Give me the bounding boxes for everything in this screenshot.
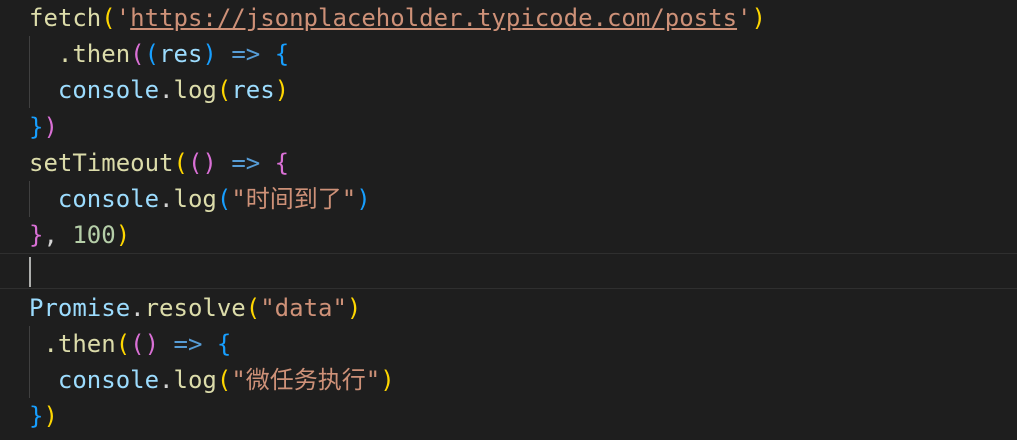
code-token: console <box>29 366 160 394</box>
code-line[interactable]: console.log(res) <box>0 72 1017 108</box>
code-token: ( <box>101 4 116 32</box>
code-token: "data" <box>260 294 347 322</box>
code-text: .then((res) => { <box>29 36 289 72</box>
code-token: ( <box>216 76 232 104</box>
code-token: { <box>216 330 232 358</box>
code-token: ( <box>216 185 232 213</box>
code-token: ( <box>130 330 145 358</box>
code-line[interactable]: console.log("时间到了") <box>0 181 1017 217</box>
code-token: ( <box>173 149 188 177</box>
code-editor[interactable]: fetch('https://jsonplaceholder.typicode.… <box>0 0 1017 440</box>
code-text: }) <box>29 398 58 434</box>
code-token: ) <box>356 185 371 213</box>
code-token: ( <box>144 40 160 68</box>
code-token: ( <box>130 40 145 68</box>
code-token: ) <box>43 402 58 430</box>
code-token: .then <box>29 40 131 68</box>
code-token: . <box>159 76 174 104</box>
code-line[interactable]: .then(() => { <box>0 326 1017 362</box>
code-token: => <box>231 40 261 68</box>
code-token: } <box>29 113 44 141</box>
code-token: https://jsonplaceholder.typicode.com/pos… <box>130 4 738 32</box>
code-token: log <box>173 185 217 213</box>
code-token: log <box>173 76 217 104</box>
code-token: Promise <box>29 294 131 322</box>
code-token: resolve <box>144 294 246 322</box>
code-token: .then <box>29 330 116 358</box>
current-line[interactable] <box>0 253 1017 289</box>
code-token: ) <box>751 4 766 32</box>
code-line[interactable]: .then((res) => { <box>0 36 1017 72</box>
code-line[interactable]: setTimeout(() => { <box>0 145 1017 181</box>
code-token: => <box>173 330 203 358</box>
code-token: ) <box>202 149 217 177</box>
code-text: }, 100) <box>29 217 130 253</box>
code-token: => <box>231 149 261 177</box>
code-token: 100 <box>72 221 116 249</box>
code-token: . <box>130 294 145 322</box>
code-line[interactable]: }) <box>0 398 1017 434</box>
code-text: console.log("微任务执行") <box>29 362 395 398</box>
code-token: { <box>274 149 290 177</box>
code-text: .then(() => { <box>29 326 231 362</box>
code-line[interactable]: }, 100) <box>0 217 1017 253</box>
code-token: . <box>159 366 174 394</box>
code-token: ' <box>737 4 752 32</box>
code-token: ) <box>144 330 160 358</box>
code-line[interactable]: console.log("微任务执行") <box>0 362 1017 398</box>
code-token: ) <box>43 113 58 141</box>
code-token: ) <box>380 366 395 394</box>
code-token: { <box>274 40 290 68</box>
code-token: . <box>159 185 174 213</box>
code-text: console.log("时间到了") <box>29 181 371 217</box>
code-text: Promise.resolve("data") <box>29 290 361 326</box>
code-token: ) <box>115 221 131 249</box>
code-text: }) <box>29 109 58 145</box>
code-token: } <box>29 221 44 249</box>
code-token: ( <box>115 330 131 358</box>
code-text: setTimeout(() => { <box>29 145 289 181</box>
code-token: ) <box>346 294 362 322</box>
code-text: console.log(res) <box>29 72 289 108</box>
code-token: console <box>29 185 160 213</box>
code-token: "微任务执行" <box>231 366 381 394</box>
code-line[interactable]: fetch('https://jsonplaceholder.typicode.… <box>0 0 1017 36</box>
code-token: ) <box>274 76 290 104</box>
code-token: ' <box>115 4 131 32</box>
code-text: fetch('https://jsonplaceholder.typicode.… <box>29 0 766 36</box>
code-line[interactable]: }) <box>0 109 1017 145</box>
code-token: log <box>173 366 217 394</box>
code-token: ) <box>202 40 217 68</box>
code-token: ( <box>245 294 261 322</box>
code-token: setTimeout <box>29 149 174 177</box>
code-token: , <box>43 221 73 249</box>
code-token: console <box>29 76 160 104</box>
code-token: } <box>29 402 44 430</box>
code-line[interactable]: Promise.resolve("data") <box>0 290 1017 326</box>
code-token: "时间到了" <box>231 185 357 213</box>
code-token: res <box>159 40 203 68</box>
text-cursor <box>29 257 31 287</box>
code-token: ( <box>187 149 203 177</box>
code-token: ( <box>216 366 232 394</box>
code-token: res <box>231 76 275 104</box>
code-token: fetch <box>29 4 102 32</box>
